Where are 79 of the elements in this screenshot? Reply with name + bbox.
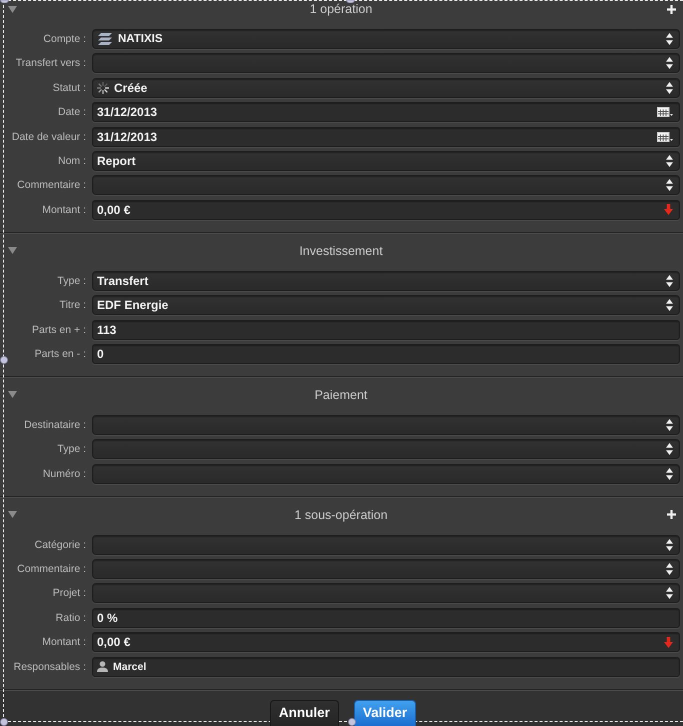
status-dropdown[interactable]: Créée: [92, 78, 680, 98]
stepper-arrows-icon: [666, 57, 673, 70]
section-title: 1 sous-opération: [294, 508, 388, 521]
text-field[interactable]: 0: [92, 344, 680, 364]
calendar-icon[interactable]: [657, 132, 673, 142]
add-icon[interactable]: [666, 510, 676, 520]
date-field[interactable]: 31/12/2013: [92, 102, 680, 122]
field-label: Date de valeur :: [10, 130, 86, 143]
disclosure-triangle-icon[interactable]: [8, 511, 16, 518]
resize-handle-icon[interactable]: [0, 356, 8, 364]
down-arrow-icon[interactable]: [664, 204, 673, 216]
stepper-arrows-icon: [666, 418, 673, 431]
field-label: Montant :: [41, 636, 86, 648]
field-label: Commentaire :: [16, 179, 86, 192]
stepper-arrows-icon: [666, 563, 673, 576]
stepper-arrows-icon: [666, 587, 673, 600]
resize-handle-icon[interactable]: [0, 0, 9, 3]
resize-handle-icon[interactable]: [348, 718, 356, 726]
dropdown-field[interactable]: [92, 414, 680, 435]
field-label: Montant :: [41, 204, 86, 216]
section-title: Investissement: [299, 244, 383, 257]
disclosure-triangle-icon[interactable]: [8, 391, 16, 398]
dropdown-field[interactable]: Report: [92, 150, 680, 171]
field-label: Nom :: [56, 154, 86, 167]
account-dropdown[interactable]: NATIXIS: [92, 29, 680, 49]
dropdown-field[interactable]: [92, 464, 680, 484]
field-label: Commentaire :: [16, 563, 86, 576]
dropdown-field[interactable]: [92, 583, 680, 604]
dropdown-field[interactable]: [92, 439, 680, 460]
dropdown-field[interactable]: [92, 534, 680, 555]
stepper-arrows-icon: [666, 82, 673, 94]
disclosure-triangle-icon[interactable]: [8, 6, 16, 12]
stepper-arrows-icon: [666, 538, 673, 551]
amount-field[interactable]: 0,00 €: [92, 200, 680, 220]
field-label: Catégorie :: [34, 538, 86, 551]
date-field[interactable]: 31/12/2013: [92, 126, 680, 147]
stepper-arrows-icon: [666, 33, 673, 45]
stepper-arrows-icon: [666, 299, 673, 312]
card-stack-icon: [97, 33, 113, 45]
resize-handle-icon[interactable]: [346, 0, 355, 3]
field-label: Type :: [56, 274, 86, 287]
section-title: 1 opération: [310, 3, 372, 15]
person-icon: [97, 661, 108, 672]
spinner-icon: [97, 82, 109, 94]
field-label: Destinataire :: [23, 418, 86, 431]
add-icon[interactable]: [666, 4, 676, 14]
field-label: Type :: [56, 443, 86, 456]
field-label: Responsables :: [12, 660, 86, 673]
field-label: Statut :: [52, 82, 86, 94]
dropdown-field[interactable]: [92, 175, 680, 196]
stepper-arrows-icon: [666, 468, 673, 480]
down-arrow-icon[interactable]: [664, 636, 673, 648]
dropdown-field[interactable]: Transfert: [92, 270, 680, 291]
cancel-button[interactable]: Annuler: [270, 700, 339, 726]
stepper-arrows-icon: [666, 274, 673, 287]
dropdown-field[interactable]: [92, 53, 680, 74]
field-label: Parts en - :: [34, 348, 86, 360]
field-label: Compte :: [42, 33, 86, 45]
people-field[interactable]: Marcel: [92, 656, 680, 677]
stepper-arrows-icon: [666, 443, 673, 456]
resize-handle-icon[interactable]: [0, 718, 8, 726]
calendar-icon[interactable]: [657, 107, 673, 118]
field-label: Date :: [56, 106, 86, 118]
field-label: Numéro :: [42, 468, 86, 480]
stepper-arrows-icon: [666, 154, 673, 167]
field-label: Transfert vers :: [14, 57, 86, 70]
stepper-arrows-icon: [666, 179, 673, 192]
dropdown-field[interactable]: [92, 559, 680, 580]
text-field[interactable]: 113: [92, 320, 680, 340]
section-title: Paiement: [314, 388, 368, 401]
text-field[interactable]: 0 %: [92, 608, 680, 628]
disclosure-triangle-icon[interactable]: [8, 247, 16, 254]
field-label: Projet :: [52, 587, 86, 600]
field-label: Parts en + :: [31, 324, 86, 336]
dropdown-field[interactable]: EDF Energie: [92, 295, 680, 316]
amount-field[interactable]: 0,00 €: [92, 632, 680, 652]
field-label: Ratio :: [54, 612, 86, 624]
field-label: Titre :: [58, 299, 86, 312]
confirm-button[interactable]: Valider: [354, 700, 416, 726]
